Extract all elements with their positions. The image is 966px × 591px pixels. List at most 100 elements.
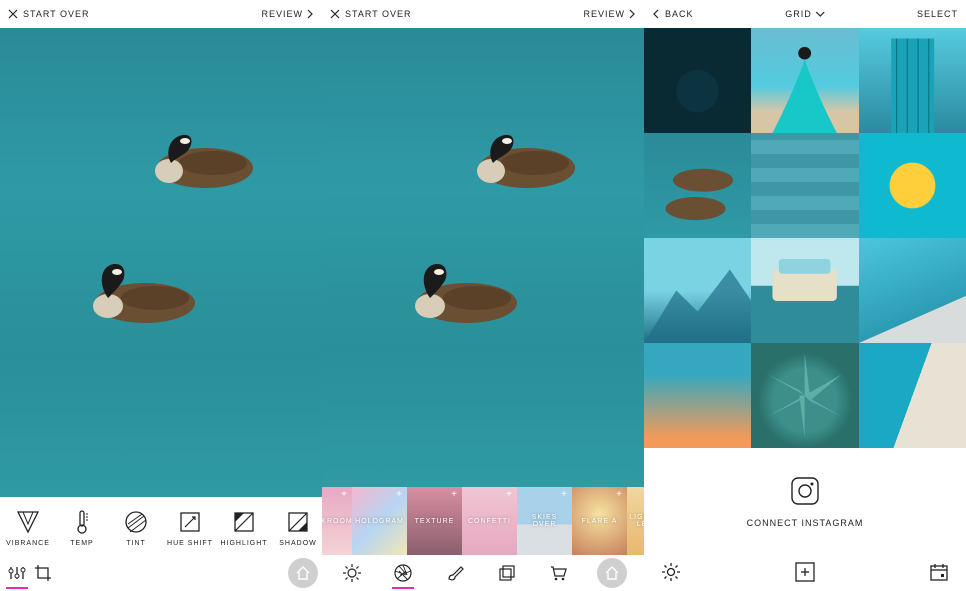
tool-label: HUE SHIFT	[167, 540, 213, 547]
grid-cell[interactable]	[644, 343, 751, 448]
nav-calendar[interactable]	[926, 559, 952, 585]
calendar-icon	[928, 561, 950, 583]
instagram-connect-button[interactable]	[788, 474, 822, 508]
tool-vibrance[interactable]: VIBRANCE	[2, 508, 54, 547]
filter-light-leak[interactable]: +LIGHT LE	[627, 487, 644, 555]
grid-cell[interactable]	[644, 28, 751, 133]
bottom-nav	[644, 553, 966, 591]
topbar: BACK GRID SELECT	[644, 0, 966, 28]
goose-illustration	[70, 258, 210, 328]
grid-cell[interactable]	[751, 133, 858, 238]
car-icon	[751, 238, 858, 343]
chevron-left-icon	[652, 9, 660, 19]
filter-confetti[interactable]: +CONFETTI	[462, 487, 517, 555]
sliders-icon	[7, 563, 27, 583]
mountain-icon	[644, 238, 751, 343]
filter-skies-over[interactable]: +SKIES OVER	[517, 487, 572, 555]
crop-icon	[33, 563, 53, 583]
goose-thumb-icon	[644, 133, 751, 238]
tool-tint[interactable]: TINT	[110, 508, 162, 547]
grid-cell[interactable]	[859, 238, 966, 343]
home-icon	[604, 565, 620, 581]
close-icon	[330, 9, 340, 19]
vibrance-icon	[14, 508, 42, 536]
bottom-nav	[0, 555, 322, 591]
grid-dropdown[interactable]: GRID	[785, 9, 825, 19]
nav-add[interactable]	[792, 559, 818, 585]
tool-label: VIBRANCE	[6, 540, 50, 547]
tool-shadow[interactable]: SHADOW	[272, 508, 322, 547]
close-icon	[8, 9, 18, 19]
bottom-nav	[322, 555, 644, 591]
plus-square-icon	[793, 560, 817, 584]
nav-filters[interactable]	[390, 560, 416, 586]
grid-cell[interactable]	[644, 133, 751, 238]
tool-temp[interactable]: TEMP	[56, 508, 108, 547]
sun-icon	[342, 563, 362, 583]
image-preview[interactable]	[0, 28, 322, 497]
filter-kroom[interactable]: +KROOM	[322, 487, 352, 555]
image-preview[interactable]	[322, 28, 644, 487]
nav-brush[interactable]	[442, 560, 468, 586]
grid-cell[interactable]	[751, 28, 858, 133]
tint-icon	[122, 508, 150, 536]
filter-texture[interactable]: +TEXTURE	[407, 487, 462, 555]
topbar: START OVER REVIEW	[322, 0, 644, 28]
grid-cell[interactable]	[859, 28, 966, 133]
filter-flare[interactable]: +FLARE A	[572, 487, 627, 555]
aperture-icon	[393, 563, 413, 583]
editor-panel-adjust: START OVER REVIEW VIBRANCE	[0, 0, 322, 591]
nav-layers[interactable]	[494, 560, 520, 586]
goose-illustration	[392, 258, 532, 328]
grid-cell[interactable]	[859, 343, 966, 448]
thermometer-icon	[68, 508, 96, 536]
grid-cell[interactable]	[644, 238, 751, 343]
nav-home[interactable]	[288, 558, 318, 588]
start-over-label: START OVER	[345, 9, 412, 19]
review-label: REVIEW	[261, 9, 303, 19]
succulent-icon	[751, 343, 858, 448]
highlight-icon	[230, 508, 258, 536]
tool-hue-shift[interactable]: HUE SHIFT	[164, 508, 216, 547]
nav-adjust[interactable]	[4, 560, 30, 586]
tool-label: TINT	[126, 540, 146, 547]
filter-hologram[interactable]: +HOLOGRAM	[352, 487, 407, 555]
review-button[interactable]: REVIEW	[583, 9, 636, 19]
back-label: BACK	[665, 9, 694, 19]
tool-label: HIGHLIGHT	[220, 540, 267, 547]
review-button[interactable]: REVIEW	[261, 9, 314, 19]
start-over-button[interactable]: START OVER	[330, 9, 412, 19]
figure-icon	[751, 28, 858, 133]
nav-sun[interactable]	[339, 560, 365, 586]
grid-cell[interactable]	[859, 133, 966, 238]
wing-icon	[859, 238, 966, 343]
goose-illustration	[457, 123, 597, 193]
grid-cell[interactable]	[751, 343, 858, 448]
chevron-right-icon	[628, 9, 636, 19]
grid-label: GRID	[785, 9, 812, 19]
start-over-label: START OVER	[23, 9, 90, 19]
filter-pack-strip: +KROOM +HOLOGRAM +TEXTURE +CONFETTI +SKI…	[322, 487, 644, 555]
tool-highlight[interactable]: HIGHLIGHT	[218, 508, 270, 547]
back-button[interactable]: BACK	[652, 9, 694, 19]
select-button[interactable]: SELECT	[917, 9, 958, 19]
adjust-tools-strip: VIBRANCE TEMP TINT HUE SHIFT HIGHLIGHT S…	[0, 497, 322, 555]
layers-icon	[497, 563, 517, 583]
chevron-right-icon	[306, 9, 314, 19]
building-icon	[859, 28, 966, 133]
shadow-icon	[284, 508, 312, 536]
topbar: START OVER REVIEW	[0, 0, 322, 28]
grid-cell[interactable]	[751, 238, 858, 343]
nav-cart[interactable]	[545, 560, 571, 586]
cart-icon	[548, 563, 568, 583]
tool-label: SHADOW	[279, 540, 317, 547]
select-label: SELECT	[917, 9, 958, 19]
nav-settings[interactable]	[658, 559, 684, 585]
camera-icon	[788, 474, 822, 508]
start-over-button[interactable]: START OVER	[8, 9, 90, 19]
nav-home[interactable]	[597, 558, 627, 588]
hue-shift-icon	[176, 508, 204, 536]
nav-crop[interactable]	[30, 560, 56, 586]
connect-label: CONNECT INSTAGRAM	[747, 518, 864, 528]
goose-illustration	[135, 123, 275, 193]
